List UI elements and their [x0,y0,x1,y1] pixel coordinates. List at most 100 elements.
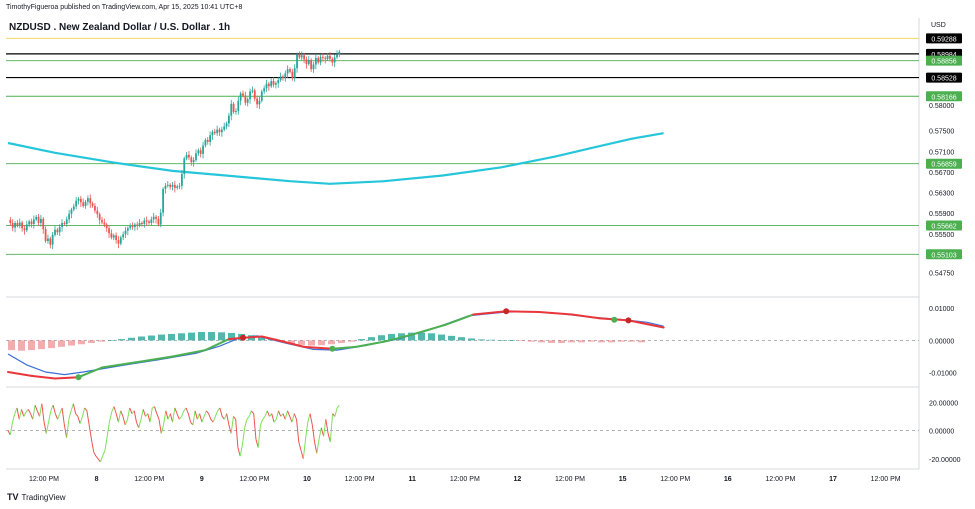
oscillator-segment [106,422,110,437]
price-tick-label: 0.56300 [929,191,954,198]
oscillator-segment [147,413,151,423]
candle-body [237,100,240,112]
candle-body [249,91,251,100]
macd-signal-segment [101,360,141,369]
macd-histogram-bar [418,332,425,341]
candle-body [148,221,150,223]
candle-body [178,185,181,187]
time-tick-label: 12:00 PM [29,476,59,483]
candle-body [21,222,23,229]
oscillator-segment [113,406,117,414]
macd-signal-segment [331,345,357,350]
time-tick-label: 12:00 PM [871,476,901,483]
oscillator-segment [48,410,52,423]
candle-body [253,90,256,99]
oscillator-segment [298,441,302,451]
candle-body [32,219,35,225]
oscillator-segment [273,418,277,423]
macd-histogram-bar [518,340,525,342]
candle-body [338,51,341,55]
candle-body [230,103,233,116]
macd-histogram-bar [578,340,585,343]
candle-body [275,83,277,85]
candle-body [188,154,190,158]
candle-body [169,184,172,187]
oscillator-segment [81,407,86,417]
candle-body [204,139,207,146]
candle-body [122,234,125,238]
macd-signal-segment [138,355,174,363]
oscillator-segment [61,407,65,426]
macd-histogram-bar [348,340,355,342]
oscillator-segment [181,410,185,417]
oscillator-segment [140,409,144,420]
moving-average-layer [7,132,664,185]
macd-signal-segment [505,310,541,313]
oscillator-segment [154,406,158,414]
candle-body [333,57,336,63]
oscillator-segment [253,413,257,440]
price-tick-label: 0.55500 [929,232,954,239]
macd-histogram-bar [198,331,205,341]
oscillator-segment [136,421,140,428]
macd-histogram-bar [98,340,105,342]
macd-tick-label: 0.00000 [929,338,954,345]
time-tick-label: 12:00 PM [765,476,795,483]
macd-cross-dot [240,334,246,341]
tradingview-logo[interactable]: TV TradingView [7,492,66,502]
macd-histogram-bar [218,332,225,341]
candle-body [115,235,117,241]
candle-body [251,90,254,92]
macd-histogram-bar [508,340,515,341]
macd-histogram-bar [78,340,85,345]
chart-canvas[interactable]: 0.592880.589880.589840.588560.585280.581… [0,0,975,509]
candle-body [11,222,14,228]
macd-cross-dot [329,345,336,352]
macd-tick-label: 0.01000 [929,306,954,313]
candle-body [159,212,162,225]
candle-body [112,235,115,238]
macd-histogram-bar [308,340,315,346]
oscillator-segment [237,447,241,457]
candle-body [30,221,33,225]
candle-body [105,224,108,229]
candle-body [300,55,303,58]
oscillator-segment [251,410,255,414]
macd-histogram-bar [438,334,445,341]
oscillator-segment [219,407,223,417]
oscillator-segment [52,405,56,414]
level-label: 0.59288 [931,36,956,43]
candle-body [211,131,214,136]
oscillator-segment [41,403,45,423]
price-tick-label: 0.57500 [929,129,954,136]
macd-histogram-bar [458,337,465,341]
time-tick-label: 12:00 PM [239,476,269,483]
macd-histogram-bar [568,340,575,343]
oscillator-segment [205,410,210,414]
macd-histogram-bar [318,340,325,346]
oscillator-segment [214,410,219,417]
oscillator-segment [287,410,291,417]
candle-body [171,184,174,187]
candle-body [96,210,99,215]
candle-body [263,88,266,92]
oscillator-tick-label: 20.00000 [929,400,958,407]
oscillator-segment [259,419,264,426]
macd-signal-segment [411,323,447,336]
candle-body [61,222,63,228]
macd-histogram-bar [68,340,75,346]
candle-body [307,59,310,65]
macd-histogram-bar [88,340,95,343]
macd-cross-dot [611,316,618,323]
oscillator-segment [167,413,171,420]
candle-body [246,99,249,103]
candle-body [18,222,21,226]
levels-layer: 0.592880.589880.589840.588560.585280.581… [6,33,962,260]
macd-histogram-bar [448,335,455,341]
macd-histogram-bar [368,337,375,341]
candle-body [199,150,202,154]
oscillator-segment [79,416,83,424]
oscillator-segment [115,413,119,423]
candle-body [185,154,188,159]
macd-histogram-bar [628,340,635,342]
